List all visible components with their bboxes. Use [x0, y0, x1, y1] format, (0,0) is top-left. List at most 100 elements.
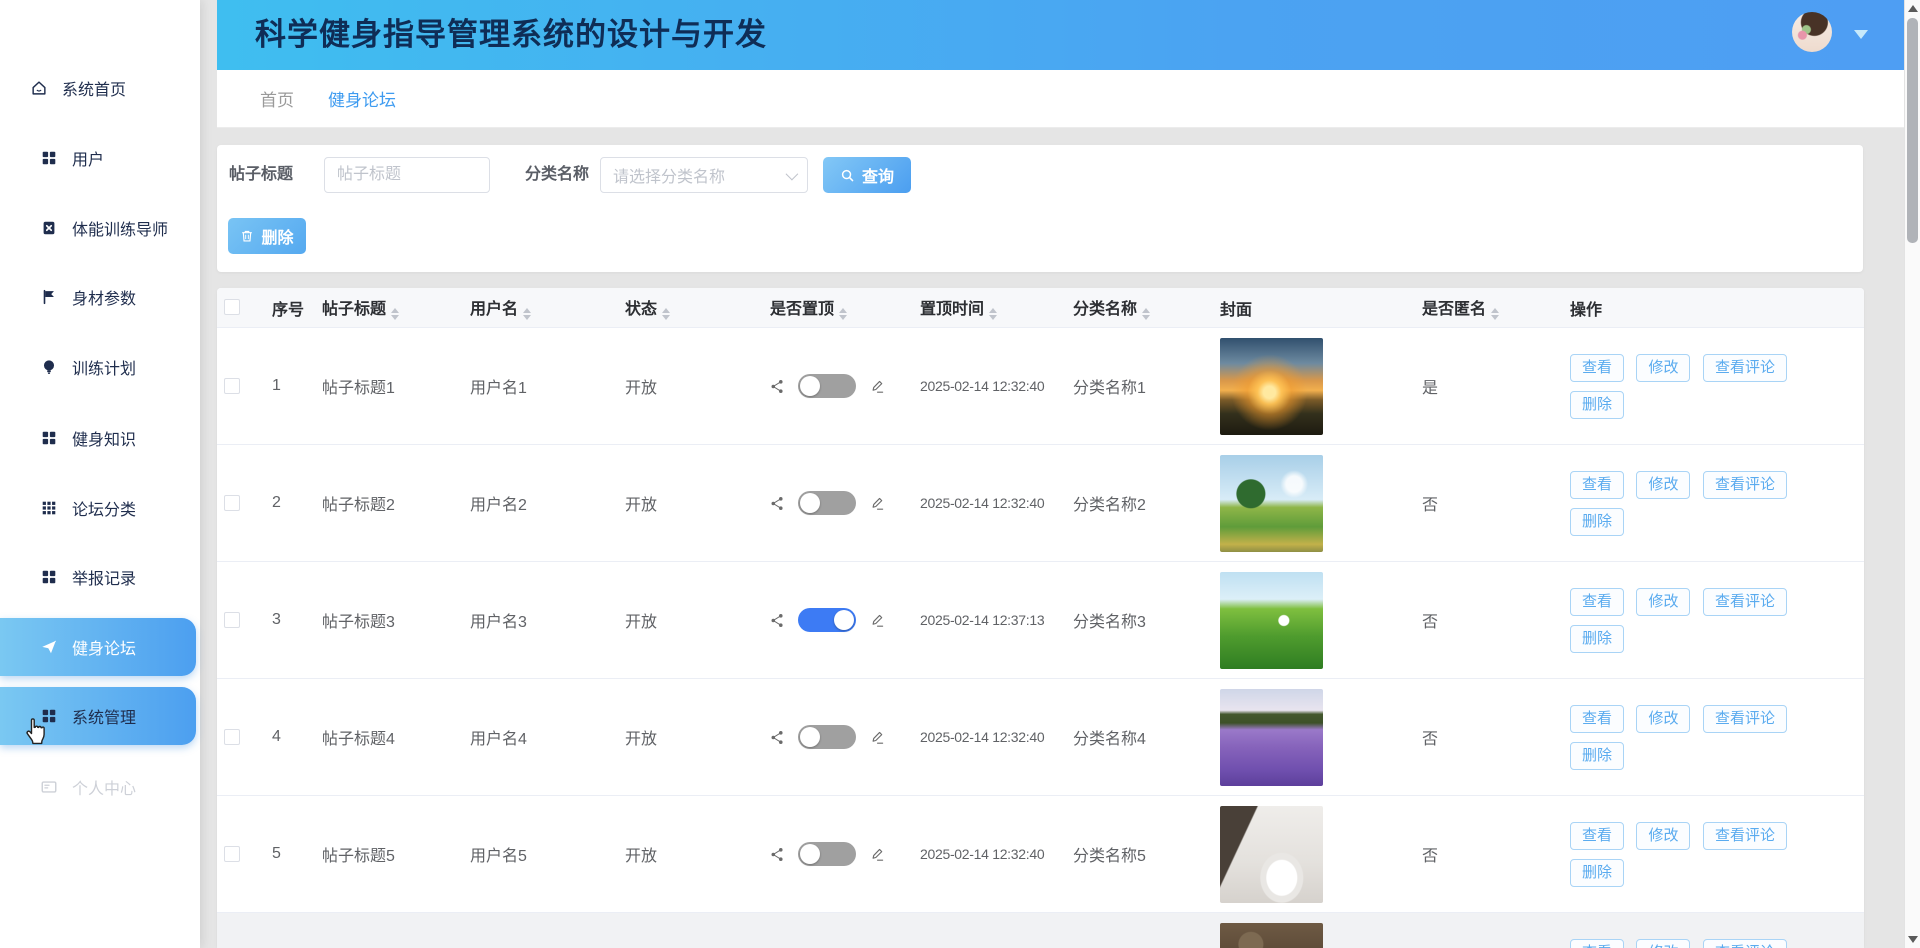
cell-index: 4 [262, 679, 312, 796]
pin-toggle[interactable] [798, 608, 856, 632]
cell-anonymous: 是 [1412, 328, 1560, 445]
sidebar-item[interactable]: 用户 [0, 129, 200, 187]
select-all-checkbox[interactable] [224, 299, 240, 315]
card-icon [40, 778, 58, 796]
pin-toggle[interactable] [798, 725, 856, 749]
avatar-dropdown-caret-icon[interactable] [1854, 30, 1868, 39]
sidebar-item[interactable]: 体能训练导师 [0, 199, 200, 257]
posts-table: 序号帖子标题用户名状态是否置顶置顶时间分类名称封面是否匿名操作 1 帖子标题1 … [217, 288, 1864, 948]
sidebar-item-label: 系统管理 [72, 704, 136, 728]
sort-caret-icon[interactable] [523, 308, 531, 320]
vertical-scrollbar[interactable] [1904, 0, 1920, 948]
edit-button[interactable]: 修改 [1636, 588, 1690, 616]
delete-row-button[interactable]: 删除 [1570, 508, 1624, 536]
view-comments-button[interactable]: 查看评论 [1703, 471, 1787, 499]
edit-button[interactable]: 修改 [1636, 471, 1690, 499]
sort-caret-icon[interactable] [662, 308, 670, 320]
row-checkbox[interactable] [224, 729, 240, 745]
cell-category: 分类名称5 [1063, 796, 1210, 913]
view-comments-button[interactable]: 查看评论 [1703, 588, 1787, 616]
sidebar-item[interactable]: 训练计划 [0, 338, 200, 396]
row-checkbox[interactable] [224, 495, 240, 511]
user-avatar[interactable] [1792, 12, 1832, 52]
scrollbar-thumb[interactable] [1907, 18, 1918, 243]
page-title: 科学健身指导管理系统的设计与开发 [255, 0, 767, 70]
sort-caret-icon[interactable] [391, 308, 399, 320]
edit-button[interactable]: 修改 [1636, 705, 1690, 733]
tab-bar: 首页 健身论坛 [217, 70, 1904, 128]
edit-button[interactable]: 修改 [1636, 822, 1690, 850]
edit-pencil-icon [870, 613, 885, 628]
cell-pinned [760, 328, 910, 445]
sidebar-item[interactable]: 个人中心 [0, 758, 200, 816]
top-banner: 科学健身指导管理系统的设计与开发 [217, 0, 1904, 70]
grid-icon [40, 707, 58, 725]
pin-toggle[interactable] [798, 374, 856, 398]
table-row: 4 帖子标题4 用户名4 开放 2025-02-14 12:32:40 分类名称… [217, 679, 1864, 796]
sidebar-item[interactable]: 系统首页 [0, 59, 200, 117]
sidebar-item[interactable]: 系统管理 [0, 687, 196, 745]
view-button[interactable]: 查看 [1570, 705, 1624, 733]
bulk-delete-button[interactable]: 删除 [228, 218, 306, 254]
sidebar-item[interactable]: 健身知识 [0, 409, 200, 467]
delete-row-button[interactable]: 删除 [1570, 742, 1624, 770]
share-icon [770, 847, 785, 862]
cover-image [1220, 455, 1323, 552]
row-checkbox[interactable] [224, 612, 240, 628]
sidebar-item-label: 用户 [72, 146, 104, 170]
view-button[interactable]: 查看 [1570, 588, 1624, 616]
column-header: 序号 [272, 302, 304, 319]
sort-caret-icon[interactable] [839, 308, 847, 320]
row-checkbox[interactable] [224, 378, 240, 394]
sidebar-item[interactable]: 身材参数 [0, 268, 200, 326]
cell-category: 分类名称3 [1063, 562, 1210, 679]
share-icon [770, 613, 785, 628]
share-icon [770, 496, 785, 511]
cell-post-title: 帖子标题2 [312, 445, 460, 562]
cell-pin-time: 2025-02-14 12:32:40 [910, 796, 1063, 913]
edit-button[interactable]: 修改 [1636, 354, 1690, 382]
view-button[interactable]: 查看 [1570, 354, 1624, 382]
sort-caret-icon[interactable] [989, 308, 997, 320]
cell-username: 用户名3 [460, 562, 615, 679]
scroll-down-arrow-icon[interactable] [1908, 936, 1918, 943]
view-comments-button[interactable]: 查看评论 [1703, 822, 1787, 850]
sort-caret-icon[interactable] [1142, 308, 1150, 320]
tab-fitness-forum[interactable]: 健身论坛 [328, 86, 396, 111]
cell-pin-time [910, 913, 1063, 948]
pin-toggle[interactable] [798, 491, 856, 515]
post-title-input[interactable] [324, 157, 490, 193]
tab-home[interactable]: 首页 [260, 86, 294, 111]
view-comments-button[interactable]: 查看评论 [1703, 705, 1787, 733]
sidebar-item[interactable]: 健身论坛 [0, 618, 196, 676]
cell-pin-time: 2025-02-14 12:32:40 [910, 328, 1063, 445]
sidebar-item-label: 健身知识 [72, 426, 136, 450]
category-select[interactable]: 请选择分类名称 [600, 157, 808, 193]
sort-caret-icon[interactable] [1491, 308, 1499, 320]
cell-index: 5 [262, 796, 312, 913]
delete-row-button[interactable]: 删除 [1570, 391, 1624, 419]
column-header: 封面 [1220, 302, 1252, 319]
cell-category: 分类名称2 [1063, 445, 1210, 562]
sidebar-item[interactable]: 论坛分类 [0, 479, 200, 537]
sidebar-item[interactable]: 举报记录 [0, 548, 200, 606]
query-button[interactable]: 查询 [823, 157, 911, 193]
search-panel: 帖子标题 分类名称 请选择分类名称 查询 删除 [217, 145, 1863, 272]
cell-pinned [760, 913, 910, 948]
pin-toggle[interactable] [798, 842, 856, 866]
row-checkbox[interactable] [224, 846, 240, 862]
view-comments-button[interactable]: 查看评论 [1703, 939, 1787, 948]
cell-pin-time: 2025-02-14 12:37:13 [910, 562, 1063, 679]
view-button[interactable]: 查看 [1570, 939, 1624, 948]
view-button[interactable]: 查看 [1570, 822, 1624, 850]
view-button[interactable]: 查看 [1570, 471, 1624, 499]
scroll-up-arrow-icon[interactable] [1908, 5, 1918, 12]
delete-row-button[interactable]: 删除 [1570, 859, 1624, 887]
table-header-row: 序号帖子标题用户名状态是否置顶置顶时间分类名称封面是否匿名操作 [217, 288, 1864, 328]
cell-username: 用户名2 [460, 445, 615, 562]
delete-row-button[interactable]: 删除 [1570, 625, 1624, 653]
cell-anonymous: 否 [1412, 679, 1560, 796]
sidebar-item-label: 训练计划 [72, 355, 136, 379]
edit-button[interactable]: 修改 [1636, 939, 1690, 948]
view-comments-button[interactable]: 查看评论 [1703, 354, 1787, 382]
